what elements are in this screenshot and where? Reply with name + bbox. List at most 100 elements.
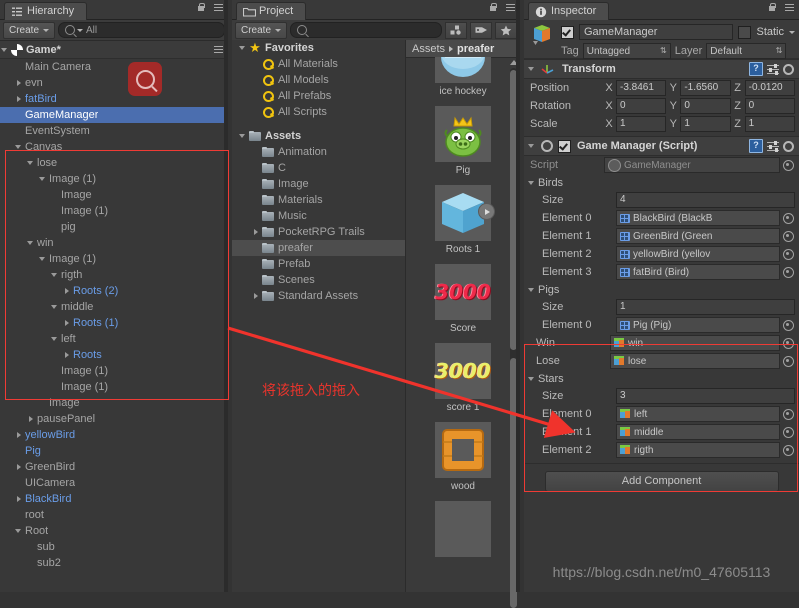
breadcrumb-preafer[interactable]: preafer xyxy=(457,43,494,55)
hierarchy-item-roots-1-[interactable]: Roots (1) xyxy=(0,315,228,331)
gear-icon[interactable] xyxy=(783,140,794,152)
hierarchy-item-gamemanager[interactable]: GameManager xyxy=(0,107,228,123)
project-search-input[interactable] xyxy=(290,22,442,38)
expand-arrow-icon[interactable] xyxy=(14,91,25,107)
project-tree-item-all-models[interactable]: All Models xyxy=(232,72,405,88)
expand-arrow-icon[interactable] xyxy=(38,171,49,187)
transform-position-x-input[interactable]: -3.8461 xyxy=(616,80,667,96)
expand-arrow-icon[interactable] xyxy=(14,139,25,155)
object-picker-icon[interactable] xyxy=(783,266,794,278)
object-picker-icon[interactable] xyxy=(783,444,794,456)
project-tree-item-scenes[interactable]: Scenes xyxy=(232,272,405,288)
hierarchy-item-roots[interactable]: Roots xyxy=(0,347,228,363)
project-tree-item-animation[interactable]: Animation xyxy=(232,144,405,160)
birds-element-0-object-field[interactable]: BlackBird (BlackB xyxy=(616,210,780,226)
asset-thumbnail[interactable] xyxy=(435,106,491,162)
transform-rotation-x-input[interactable]: 0 xyxy=(616,98,667,114)
expand-arrow-icon[interactable] xyxy=(14,427,25,443)
hierarchy-item-image-1-[interactable]: Image (1) xyxy=(0,251,228,267)
object-picker-icon[interactable] xyxy=(783,319,794,331)
expand-arrow-icon[interactable] xyxy=(14,75,25,91)
stars-size-input[interactable]: 3 xyxy=(616,388,795,404)
expand-arrow-icon[interactable] xyxy=(251,224,262,240)
object-picker-icon[interactable] xyxy=(783,248,794,260)
foldout-arrow-icon[interactable] xyxy=(527,371,538,387)
hierarchy-item-pig[interactable]: pig xyxy=(0,219,228,235)
foldout-arrow-icon[interactable] xyxy=(527,282,538,298)
object-picker-icon[interactable] xyxy=(783,230,794,242)
birds-element-3-object-field[interactable]: fatBird (Bird) xyxy=(616,264,780,280)
hierarchy-item-blackbird[interactable]: BlackBird xyxy=(0,491,228,507)
hierarchy-item-uicamera[interactable]: UICamera xyxy=(0,475,228,491)
expand-arrow-icon[interactable] xyxy=(14,491,25,507)
stars-element-2-object-field[interactable]: rigth xyxy=(616,442,780,458)
tag-dropdown[interactable]: Untagged ⇅ xyxy=(582,43,671,59)
hierarchy-item-fatbird[interactable]: fatBird xyxy=(0,91,228,107)
project-tree-item-image[interactable]: Image xyxy=(232,176,405,192)
project-tree-item-assets[interactable]: Assets xyxy=(232,128,405,144)
transform-component-header[interactable]: Transform ? xyxy=(524,59,799,79)
transform-rotation-z-input[interactable]: 0 xyxy=(744,98,795,114)
expand-arrow-icon[interactable] xyxy=(26,235,37,251)
hierarchy-item-lose[interactable]: lose xyxy=(0,155,228,171)
add-component-button[interactable]: Add Component xyxy=(544,471,779,492)
scene-expand-arrow-icon[interactable] xyxy=(0,42,11,58)
project-tree-item-all-materials[interactable]: All Materials xyxy=(232,56,405,72)
tab-project[interactable]: Project xyxy=(236,2,307,20)
help-icon[interactable]: ? xyxy=(749,62,763,76)
asset-item[interactable]: 3000 Score xyxy=(431,264,495,334)
asset-item[interactable]: wood xyxy=(431,422,495,492)
transform-scale-z-input[interactable]: 1 xyxy=(744,116,795,132)
transform-position-y-input[interactable]: -1.6560 xyxy=(680,80,731,96)
expand-arrow-icon[interactable] xyxy=(62,347,73,363)
expand-arrow-icon[interactable] xyxy=(50,267,61,283)
birds-size-input[interactable]: 4 xyxy=(616,192,795,208)
hierarchy-splitter[interactable] xyxy=(224,0,228,592)
hierarchy-item-greenbird[interactable]: GreenBird xyxy=(0,459,228,475)
asset-item[interactable] xyxy=(431,501,495,560)
object-picker-icon[interactable] xyxy=(783,408,794,420)
hierarchy-item-win[interactable]: win xyxy=(0,235,228,251)
expand-arrow-icon[interactable] xyxy=(238,40,249,56)
hierarchy-item-roots-2-[interactable]: Roots (2) xyxy=(0,283,228,299)
project-splitter[interactable] xyxy=(516,0,520,592)
project-tree-item-materials[interactable]: Materials xyxy=(232,192,405,208)
expand-arrow-icon[interactable] xyxy=(14,523,25,539)
hierarchy-item-image[interactable]: Image xyxy=(0,187,228,203)
script-object-field[interactable]: GameManager xyxy=(604,157,780,173)
gear-icon[interactable] xyxy=(783,63,794,75)
object-picker-icon[interactable] xyxy=(783,355,794,367)
pigs-element-0-object-field[interactable]: Pig (Pig) xyxy=(616,317,780,333)
project-tree-item-favorites[interactable]: ★ Favorites xyxy=(232,40,405,56)
expand-arrow-icon[interactable] xyxy=(50,299,61,315)
project-tree-item-music[interactable]: Music xyxy=(232,208,405,224)
hierarchy-item-root[interactable]: Root xyxy=(0,523,228,539)
gameobject-name-input[interactable]: GameManager xyxy=(579,24,734,40)
asset-item[interactable]: Roots 1 xyxy=(431,185,495,255)
scene-menu-icon[interactable] xyxy=(210,45,223,55)
help-icon[interactable]: ? xyxy=(749,139,763,153)
lock-icon[interactable] xyxy=(197,3,205,13)
project-tree-item-preafer[interactable]: preafer xyxy=(232,240,405,256)
expand-arrow-icon[interactable] xyxy=(62,283,73,299)
hierarchy-item-image-1-[interactable]: Image (1) xyxy=(0,171,228,187)
expand-arrow-icon[interactable] xyxy=(62,315,73,331)
transform-rotation-y-input[interactable]: 0 xyxy=(680,98,731,114)
hierarchy-create-button[interactable]: Create xyxy=(3,21,56,39)
hierarchy-item-image[interactable]: Image xyxy=(0,395,228,411)
expand-arrow-icon[interactable] xyxy=(14,459,25,475)
project-tree-item-all-prefabs[interactable]: All Prefabs xyxy=(232,88,405,104)
preset-icon[interactable] xyxy=(767,140,779,152)
hierarchy-search-input[interactable]: All xyxy=(58,22,225,38)
script-foldout-arrow-icon[interactable] xyxy=(527,138,538,154)
tab-hierarchy[interactable]: Hierarchy xyxy=(4,2,88,20)
project-tree-item-all-scripts[interactable]: All Scripts xyxy=(232,104,405,120)
asset-thumbnail[interactable] xyxy=(435,185,495,241)
project-tree-item-pocketrpg-trails[interactable]: PocketRPG Trails xyxy=(232,224,405,240)
hierarchy-item-sub2[interactable]: sub2 xyxy=(0,555,228,571)
panel-menu-icon[interactable] xyxy=(502,3,515,13)
pigs-size-input[interactable]: 1 xyxy=(616,299,795,315)
hierarchy-item-image-1-[interactable]: Image (1) xyxy=(0,379,228,395)
lose-object-field[interactable]: lose xyxy=(610,353,780,369)
asset-thumbnail[interactable] xyxy=(435,57,491,83)
